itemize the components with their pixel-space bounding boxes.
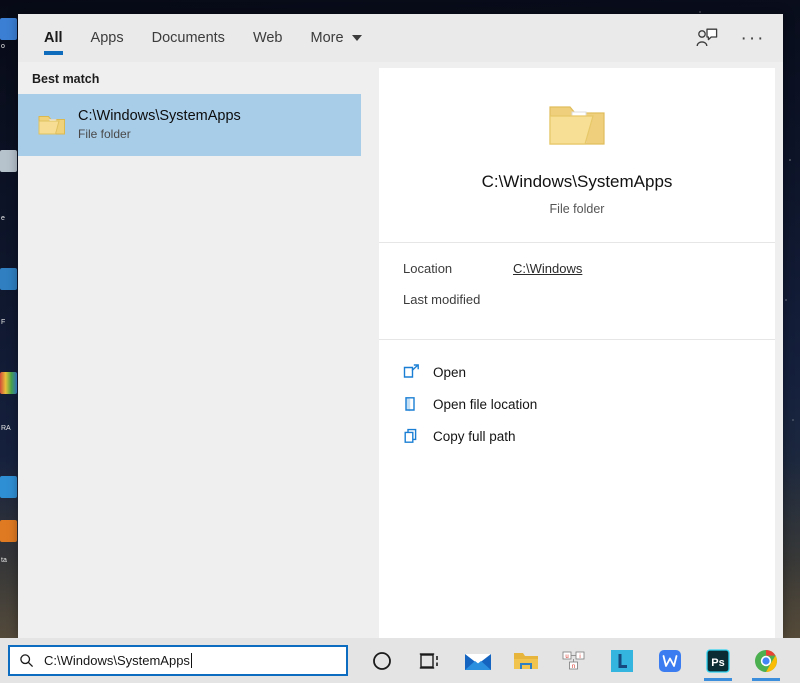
task-view-button[interactable] — [406, 638, 454, 683]
svg-text:Ps: Ps — [711, 657, 724, 669]
task-view-icon — [419, 652, 438, 669]
folder-icon — [514, 652, 538, 669]
taskbar: C:\Windows\SystemApps u i n Ps — [0, 638, 800, 683]
screen: o e F RA ta All Apps Documents Web More … — [0, 0, 800, 683]
search-panel: All Apps Documents Web More ··· Best mat… — [18, 14, 783, 638]
search-tabbar: All Apps Documents Web More ··· — [18, 14, 783, 62]
svg-text:n: n — [572, 664, 575, 670]
open-external-icon — [403, 364, 429, 380]
keyboard-keys-icon: u i n — [562, 651, 585, 670]
detail-panel: C:\Windows\SystemApps File folder Locati… — [361, 62, 783, 638]
tab-web-label: Web — [252, 30, 283, 46]
desktop-icon[interactable] — [0, 150, 17, 172]
more-options-button[interactable]: ··· — [737, 22, 769, 54]
action-open-file-location-label: Open file location — [433, 396, 538, 412]
desktop-icon[interactable] — [0, 476, 17, 498]
chrome-app[interactable] — [742, 638, 790, 683]
open-folder-icon — [403, 396, 429, 412]
best-match-header: Best match — [32, 72, 100, 86]
detail-hero: C:\Windows\SystemApps File folder — [379, 68, 775, 243]
search-input[interactable]: C:\Windows\SystemApps — [8, 645, 348, 676]
copy-icon — [403, 428, 429, 444]
detail-card-inner: C:\Windows\SystemApps File folder Locati… — [379, 68, 775, 638]
meta-row-location: Location C:\Windows — [403, 261, 775, 292]
desktop-icon-label: e — [1, 215, 5, 222]
l-app[interactable] — [598, 638, 646, 683]
desktop-icon-label: o — [1, 43, 5, 50]
tab-documents-label: Documents — [151, 30, 225, 46]
meta-label-last-modified: Last modified — [403, 292, 481, 307]
detail-subtitle: File folder — [549, 202, 605, 216]
wps-w-icon — [659, 649, 681, 672]
detail-metadata: Location C:\Windows Last modified — [379, 243, 775, 340]
detail-actions: Open Open file location Copy full path — [379, 340, 775, 452]
action-copy-full-path-label: Copy full path — [433, 428, 516, 444]
desktop-icon-label: RA — [1, 425, 11, 432]
action-open-file-location[interactable]: Open file location — [403, 388, 775, 420]
chrome-icon — [755, 649, 777, 672]
photoshop-app[interactable]: Ps — [694, 638, 742, 683]
ime-indicator[interactable]: u i n — [550, 638, 598, 683]
action-open-label: Open — [433, 364, 467, 380]
photoshop-icon: Ps — [706, 648, 730, 673]
desktop-icon[interactable] — [0, 520, 17, 542]
tab-all[interactable]: All — [30, 14, 77, 62]
tab-apps-label: Apps — [90, 30, 124, 46]
search-body: Best match C:\Windows\SystemApps File fo… — [18, 62, 783, 638]
tab-documents[interactable]: Documents — [138, 14, 239, 62]
tab-more[interactable]: More — [297, 14, 376, 62]
desktop-icon[interactable] — [0, 372, 17, 394]
folder-large-icon — [379, 98, 775, 154]
feedback-button[interactable] — [691, 22, 723, 54]
text-cursor — [190, 653, 192, 668]
result-item-subtitle: File folder — [78, 127, 131, 141]
meta-row-last-modified: Last modified — [403, 292, 775, 323]
ellipsis-icon: ··· — [740, 27, 766, 49]
action-copy-full-path[interactable]: Copy full path — [403, 420, 775, 452]
detail-title: C:\Windows\SystemApps — [481, 172, 673, 191]
action-open[interactable]: Open — [403, 356, 775, 388]
mail-app[interactable] — [454, 638, 502, 683]
result-item-title: C:\Windows\SystemApps — [78, 108, 241, 124]
desktop-icon-label: F — [1, 319, 6, 326]
svg-text:i: i — [579, 654, 580, 660]
desktop-icon-strip: o e F RA ta — [0, 0, 18, 640]
feedback-person-icon — [696, 28, 718, 47]
result-item-systemapps[interactable]: C:\Windows\SystemApps File folder — [18, 94, 361, 156]
search-input-value: C:\Windows\SystemApps — [44, 653, 190, 668]
tab-all-label: All — [44, 30, 63, 46]
letter-l-icon — [611, 649, 633, 672]
result-item-text: C:\Windows\SystemApps File folder — [78, 107, 241, 143]
tab-web[interactable]: Web — [239, 14, 297, 62]
tab-apps[interactable]: Apps — [77, 14, 138, 62]
file-explorer-app[interactable] — [502, 638, 550, 683]
tab-more-label: More — [310, 30, 344, 46]
search-icon — [20, 654, 34, 668]
circle-icon — [373, 651, 391, 670]
cortana-button[interactable] — [358, 638, 406, 683]
chevron-down-icon — [351, 35, 362, 41]
meta-value-location-link[interactable]: C:\Windows — [513, 261, 582, 276]
taskbar-icons: u i n Ps — [358, 638, 790, 683]
tab-active-underline — [44, 51, 63, 55]
tabbar-actions: ··· — [691, 22, 783, 54]
wps-office-app[interactable] — [646, 638, 694, 683]
mail-icon — [465, 653, 491, 670]
desktop-icon[interactable] — [0, 18, 17, 40]
svg-text:u: u — [565, 654, 568, 660]
folder-icon — [32, 112, 72, 138]
desktop-icon-label: ta — [1, 557, 7, 564]
desktop-icon[interactable] — [0, 268, 17, 290]
results-column: Best match C:\Windows\SystemApps File fo… — [18, 62, 361, 638]
meta-label-location: Location — [403, 261, 453, 276]
